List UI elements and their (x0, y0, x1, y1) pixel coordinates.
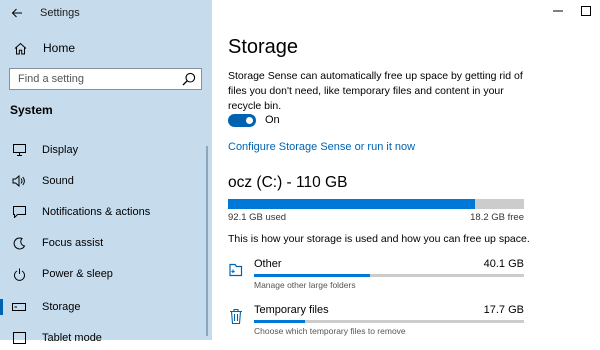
maximize-button[interactable] (572, 0, 600, 22)
drive-usage-bar (228, 199, 524, 209)
toggle-state-label: On (265, 114, 280, 126)
sidebar-item-storage[interactable]: Storage (0, 295, 212, 319)
section-label: System (10, 103, 53, 117)
sidebar-item-label: Display (42, 144, 79, 156)
sidebar-scrollbar[interactable] (206, 146, 208, 336)
home-label: Home (43, 41, 76, 55)
sidebar-item-focus-assist[interactable]: Focus assist (0, 231, 212, 255)
sidebar-item-label: Tablet mode (42, 332, 102, 344)
maximize-icon (581, 6, 591, 16)
sidebar-item-label: Sound (42, 175, 74, 187)
search-box (9, 68, 202, 90)
back-button[interactable] (6, 2, 28, 24)
sidebar-item-label: Focus assist (42, 237, 104, 249)
sidebar-item-label: Notifications & actions (42, 206, 151, 218)
sidebar-item-tablet-mode[interactable]: Tablet mode (0, 326, 212, 350)
sidebar-item-label: Storage (42, 301, 81, 313)
title-bar: Settings (0, 0, 212, 28)
page-title: Storage (228, 36, 299, 58)
sidebar-item-sound[interactable]: Sound (0, 169, 212, 193)
window-controls (544, 0, 600, 24)
sidebar: Settings Home System Display Sound Notif… (0, 0, 212, 344)
sidebar-item-notifications[interactable]: Notifications & actions (0, 200, 212, 224)
sidebar-item-label: Power & sleep (42, 268, 113, 280)
focus-assist-icon (11, 236, 27, 250)
toggle-knob (246, 116, 253, 124)
back-arrow-icon (11, 8, 22, 18)
sidebar-item-display[interactable]: Display (0, 138, 212, 162)
trash-icon (230, 308, 242, 325)
category-other[interactable]: Other 40.1 GB Manage other large folders (228, 258, 524, 298)
app-title: Settings (40, 7, 80, 19)
minimize-icon (553, 10, 563, 12)
main-content: Storage Storage Sense can automatically … (212, 0, 600, 340)
home-icon (12, 42, 28, 55)
used-space-label: 92.1 GB used (228, 212, 287, 223)
storage-sense-toggle[interactable] (228, 113, 256, 127)
category-subtitle: Manage other large folders (254, 280, 356, 290)
sound-icon (11, 175, 27, 187)
selection-indicator (0, 299, 3, 315)
search-input[interactable] (10, 69, 186, 89)
storage-sense-toggle-row: On (228, 112, 280, 128)
category-usage-bar (254, 274, 524, 277)
notifications-icon (11, 206, 27, 218)
usage-explanation: This is how your storage is used and how… (228, 233, 530, 245)
category-temporary-files[interactable]: Temporary files 17.7 GB Choose which tem… (228, 304, 524, 340)
drive-usage-fill (228, 199, 476, 209)
display-icon (11, 144, 27, 156)
category-usage-bar (254, 320, 524, 323)
minimize-button[interactable] (544, 0, 572, 22)
power-icon (11, 268, 27, 281)
sidebar-item-power-sleep[interactable]: Power & sleep (0, 262, 212, 286)
free-space-label: 18.2 GB free (470, 212, 524, 223)
category-subtitle: Choose which temporary files to remove (254, 326, 406, 336)
search-icon[interactable] (182, 72, 196, 86)
category-usage-fill (254, 320, 306, 323)
folder-icon (229, 263, 243, 277)
category-size: 17.7 GB (483, 304, 524, 316)
sidebar-item-home[interactable]: Home (0, 37, 212, 59)
storage-icon (11, 302, 27, 312)
category-name: Other (254, 258, 282, 270)
category-size: 40.1 GB (483, 258, 524, 270)
drive-title: ocz (C:) - 110 GB (228, 174, 348, 191)
category-name: Temporary files (254, 304, 329, 316)
configure-storage-sense-link[interactable]: Configure Storage Sense or run it now (228, 141, 415, 153)
tablet-mode-icon (11, 332, 27, 344)
storage-sense-description: Storage Sense can automatically free up … (228, 70, 523, 112)
category-usage-fill (254, 274, 371, 277)
